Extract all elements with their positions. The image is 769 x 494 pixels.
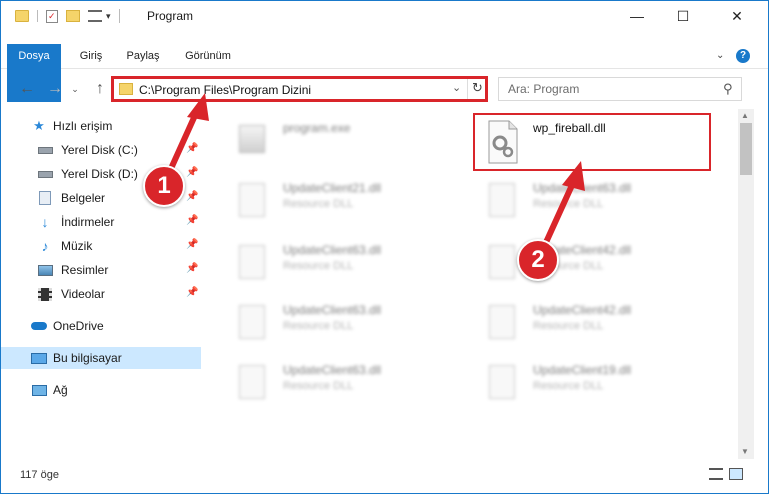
annotation-arrows (166, 93, 585, 252)
explorer-window: ✓ ▾ Program — ☐ ✕ Dosya Giriş Paylaş Gör… (0, 0, 769, 494)
step-badge-1: 1 (143, 165, 185, 207)
step-badge-2: 2 (517, 239, 559, 281)
arrow-to-address-bar (166, 93, 209, 176)
arrow-to-file (540, 161, 585, 252)
